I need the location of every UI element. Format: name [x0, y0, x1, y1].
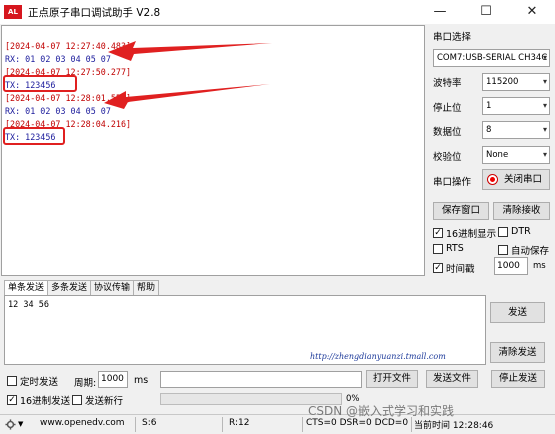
stopbits-select[interactable]: 1 ▾: [482, 97, 550, 115]
databits-select[interactable]: 8 ▾: [482, 121, 550, 139]
file-path-field[interactable]: [160, 371, 362, 388]
chevron-down-icon: ▾: [542, 53, 547, 62]
parity-label: 校验位: [433, 152, 462, 163]
checkbox-checked-icon: ✓: [7, 395, 17, 405]
hex-send-label: 16进制发送: [20, 396, 71, 407]
sent-count: S:6: [142, 418, 157, 428]
record-icon: [487, 174, 498, 185]
stop-send-button[interactable]: 停止发送: [491, 370, 545, 388]
checkbox-empty-icon: [72, 395, 82, 405]
send-tabs: 单条发送 多条发送 协议传输 帮助: [4, 280, 160, 295]
watermark: CSDN @嵌入式学习和实践: [308, 404, 455, 418]
clear-send-button[interactable]: 清除发送: [490, 342, 545, 363]
maximize-button[interactable]: ☐: [463, 0, 509, 24]
receive-area[interactable]: [2024-04-07 12:27:40.483] RX: 01 02 03 0…: [1, 25, 425, 276]
status-bar: ▼ www.openedv.com S:6 R:12 CTS=0 DSR=0 D…: [0, 414, 555, 434]
chevron-down-icon: ▾: [542, 101, 547, 110]
port-select-label: 串口选择: [433, 32, 472, 43]
period-input[interactable]: 1000: [98, 371, 128, 388]
open-file-button[interactable]: 打开文件: [366, 370, 418, 388]
tab-help[interactable]: 帮助: [133, 280, 160, 295]
receive-line: [2024-04-07 12:27:40.483]: [5, 41, 132, 51]
close-port-button[interactable]: 关闭串口: [482, 169, 550, 190]
port-select-value: COM7:USB-SERIAL CH34C: [437, 53, 548, 63]
current-time: 当前时间 12:28:46: [414, 421, 494, 431]
stopbits-value: 1: [486, 101, 492, 111]
save-window-button[interactable]: 保存窗口: [433, 202, 489, 220]
rts-checkbox[interactable]: RTS: [433, 243, 464, 254]
period-label: 周期:: [74, 378, 97, 389]
auto-save-label: 自动保存: [511, 246, 550, 257]
highlight-box: [3, 127, 65, 145]
app-window: AL 正点原子串口调试助手 V2.8 — ☐ ✕ [2024-04-07 12:…: [0, 0, 555, 434]
received-count: R:12: [229, 418, 250, 428]
timestamp-label: 时间戳: [446, 264, 475, 275]
timestamp-checkbox[interactable]: ✓ 时间戳: [433, 261, 475, 275]
send-input[interactable]: 12 34 56 http://zhengdianyuanzi.tmall.co…: [4, 295, 486, 365]
hex-send-checkbox[interactable]: ✓ 16进制发送: [7, 393, 70, 407]
dtr-label: DTR: [511, 226, 531, 237]
highlight-box: [3, 75, 77, 92]
port-select[interactable]: COM7:USB-SERIAL CH34C ▾: [433, 49, 550, 67]
checkbox-checked-icon: ✓: [433, 263, 443, 273]
title-bar: AL 正点原子串口调试助手 V2.8 — ☐ ✕: [0, 0, 555, 24]
dtr-checkbox[interactable]: DTR: [498, 226, 531, 237]
port-op-label: 串口操作: [433, 177, 472, 188]
chevron-down-icon: ▾: [542, 77, 547, 86]
period-unit: ms: [134, 375, 149, 386]
divider: [302, 417, 303, 432]
window-title: 正点原子串口调试助手 V2.8: [28, 6, 161, 19]
minimize-button[interactable]: —: [417, 0, 463, 24]
checkbox-checked-icon: ✓: [433, 228, 443, 238]
rts-label: RTS: [446, 243, 464, 254]
signal-status: CTS=0 DSR=0 DCD=0: [306, 418, 409, 428]
timed-send-label: 定时发送: [20, 377, 59, 388]
baud-label: 波特率: [433, 78, 462, 89]
receive-line: [2024-04-07 12:28:01.553]: [5, 93, 132, 103]
close-button[interactable]: ✕: [509, 0, 555, 24]
app-logo-icon: AL: [4, 5, 22, 19]
tab-multi-send[interactable]: 多条发送: [47, 280, 92, 295]
tab-protocol[interactable]: 协议传输: [90, 280, 135, 295]
parity-value: None: [486, 150, 509, 160]
send-button[interactable]: 发送: [490, 302, 545, 323]
databits-value: 8: [486, 125, 492, 135]
send-newline-label: 发送新行: [85, 396, 124, 407]
send-newline-checkbox[interactable]: 发送新行: [72, 393, 123, 407]
timed-send-checkbox[interactable]: 定时发送: [7, 374, 58, 388]
close-port-label: 关闭串口: [504, 174, 543, 185]
checkbox-empty-icon: [498, 226, 508, 237]
checkbox-empty-icon: [433, 243, 443, 254]
parity-select[interactable]: None ▾: [482, 146, 550, 164]
timestamp-interval-input[interactable]: 1000: [494, 257, 528, 275]
clear-receive-button[interactable]: 清除接收: [493, 202, 550, 220]
checkbox-empty-icon: [498, 245, 508, 255]
receive-line: RX: 01 02 03 04 05 07: [5, 54, 111, 64]
chevron-down-icon: ▾: [542, 150, 547, 159]
send-file-button[interactable]: 发送文件: [426, 370, 478, 388]
stopbits-label: 停止位: [433, 103, 462, 114]
receive-line: RX: 01 02 03 04 05 07: [5, 106, 111, 116]
gear-icon[interactable]: [5, 419, 16, 430]
auto-save-checkbox[interactable]: 自动保存: [498, 243, 549, 257]
settings-panel: 串口选择 COM7:USB-SERIAL CH34C ▾ 波特率 115200 …: [428, 25, 555, 280]
divider: [411, 417, 412, 432]
tab-single-send[interactable]: 单条发送: [4, 280, 49, 295]
checkbox-empty-icon: [7, 376, 17, 386]
timestamp-unit: ms: [533, 261, 546, 271]
divider: [135, 417, 136, 432]
hex-display-label: 16进制显示: [446, 229, 497, 240]
hex-display-checkbox[interactable]: ✓ 16进制显示: [433, 226, 496, 240]
divider: [222, 417, 223, 432]
baud-value: 115200: [486, 77, 519, 87]
shop-url: http://zhengdianyuanzi.tmall.com: [310, 352, 446, 361]
dropdown-arrow-icon[interactable]: ▼: [18, 420, 23, 428]
databits-label: 数据位: [433, 127, 462, 138]
chevron-down-icon: ▾: [542, 125, 547, 134]
website-link[interactable]: www.openedv.com: [40, 418, 125, 428]
send-text: 12 34 56: [8, 300, 49, 310]
baud-select[interactable]: 115200 ▾: [482, 73, 550, 91]
